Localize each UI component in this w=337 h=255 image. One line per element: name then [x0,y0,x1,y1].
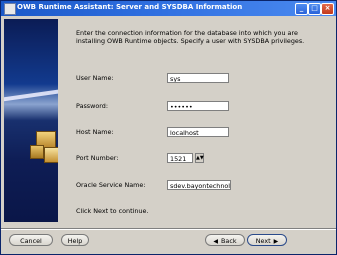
database-cube-icon [30,145,44,159]
user-name-input[interactable]: sys [167,73,229,83]
app-window-icon [4,3,16,15]
hint-text: Click Next to continue. [76,207,149,215]
oracle-service-name-input[interactable]: sdev.bayontechnologies.com [167,180,231,190]
port-number-label: Port Number: [76,154,119,162]
user-name-label: User Name: [76,74,114,82]
back-button[interactable]: ◀ Back [205,234,245,246]
title-bar[interactable]: OWB Runtime Assistant: Server and SYSDBA… [1,1,336,16]
instructions-text: Enter the connection information for the… [76,29,305,45]
light-streak [4,87,58,103]
port-number-input[interactable]: 1521 [167,153,193,163]
next-label: Next [255,237,271,245]
back-label: Back [221,237,237,245]
wizard-banner-image [4,19,58,222]
host-name-label: Host Name: [76,128,114,136]
next-arrow-icon: ▶ [273,238,279,245]
dialog-window: OWB Runtime Assistant: Server and SYSDBA… [0,0,337,255]
next-button[interactable]: Next ▶ [247,234,287,246]
button-divider [1,228,336,230]
back-arrow-icon: ◀ [213,238,219,245]
window-title: OWB Runtime Assistant: Server and SYSDBA… [17,3,243,11]
maximize-button[interactable]: □ [308,3,321,15]
password-input[interactable]: •••••• [167,101,229,111]
spinner-arrows-icon[interactable]: ▲▼ [195,153,204,163]
cancel-button[interactable]: Cancel [9,234,53,246]
database-cube-icon [44,147,58,163]
minimize-button[interactable]: _ [295,3,308,15]
close-button[interactable]: × [321,3,334,15]
host-name-input[interactable]: localhost [167,127,229,137]
password-label: Password: [76,102,109,110]
help-button[interactable]: Help [61,234,89,246]
oracle-service-name-label: Oracle Service Name: [76,181,146,189]
